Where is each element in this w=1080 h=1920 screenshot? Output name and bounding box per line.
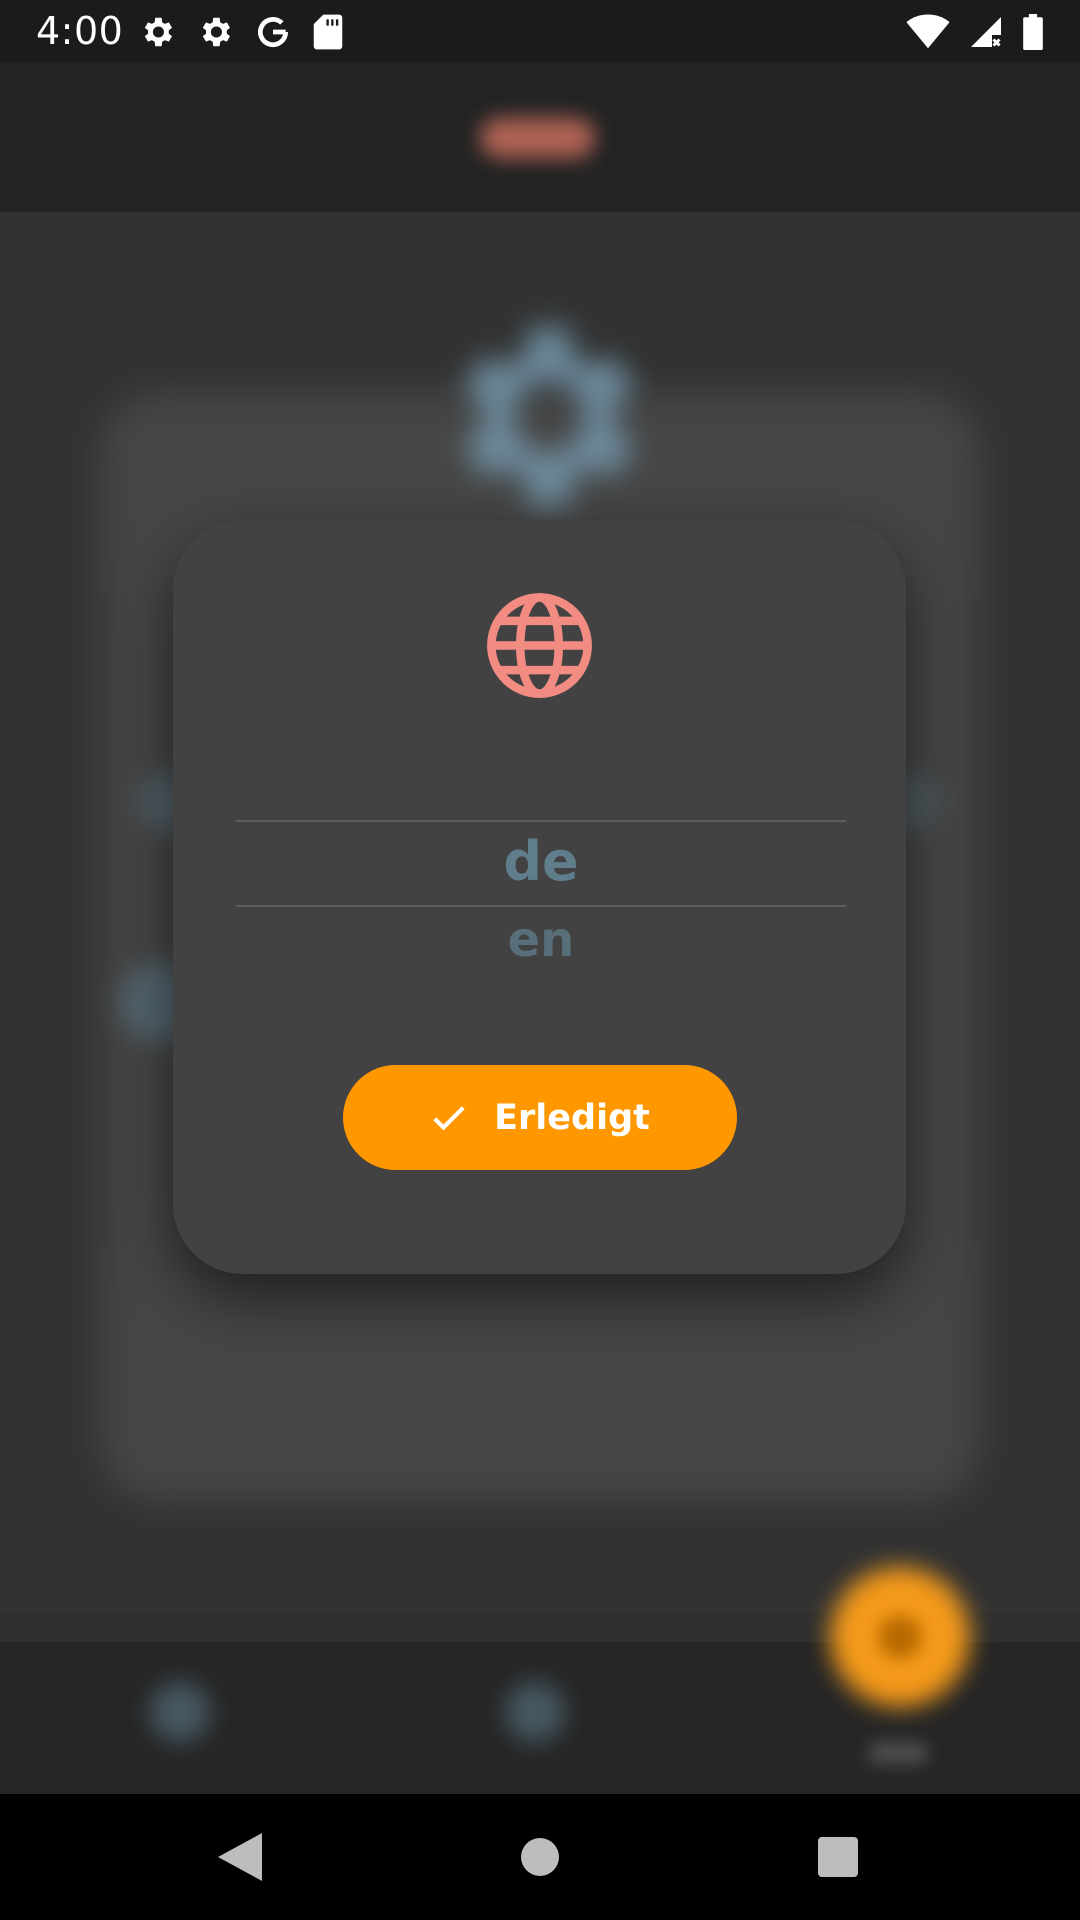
background-title — [480, 118, 595, 158]
gear-icon — [144, 17, 173, 47]
status-bar: 4:00 — [0, 0, 1080, 62]
notification-icons — [138, 12, 344, 52]
background-nav-icon — [505, 1682, 565, 1742]
picker-divider-top — [236, 820, 846, 822]
status-time: 4:00 — [36, 9, 124, 53]
picker-divider-bottom — [236, 905, 846, 907]
system-status-icons — [906, 12, 1044, 52]
background-fab-label — [868, 1742, 928, 1764]
check-icon — [433, 1105, 465, 1130]
signal-no-data-icon — [971, 17, 1001, 47]
home-button[interactable] — [470, 1794, 610, 1920]
picker-option-selected[interactable]: de — [236, 826, 846, 898]
recents-button[interactable] — [768, 1794, 908, 1920]
back-icon — [218, 1833, 262, 1881]
gear-icon — [202, 17, 231, 47]
done-button[interactable]: Erledigt — [343, 1065, 737, 1170]
battery-icon — [1023, 14, 1043, 50]
done-button-label: Erledigt — [494, 1097, 650, 1138]
language-dialog: de en Erledigt — [173, 520, 906, 1274]
background-gear-icon — [463, 327, 635, 507]
sd-card-icon — [313, 14, 343, 50]
google-g-icon — [257, 17, 289, 48]
wifi-icon — [906, 14, 950, 49]
back-button[interactable] — [170, 1794, 310, 1920]
background-nav-icon — [150, 1682, 210, 1742]
picker-option[interactable]: en — [236, 910, 846, 970]
globe-icon — [487, 593, 592, 698]
language-picker[interactable]: de en — [236, 820, 846, 1040]
home-icon — [521, 1838, 559, 1876]
recents-icon — [818, 1837, 858, 1877]
background-fab-icon — [878, 1615, 922, 1659]
navigation-bar — [0, 1794, 1080, 1920]
